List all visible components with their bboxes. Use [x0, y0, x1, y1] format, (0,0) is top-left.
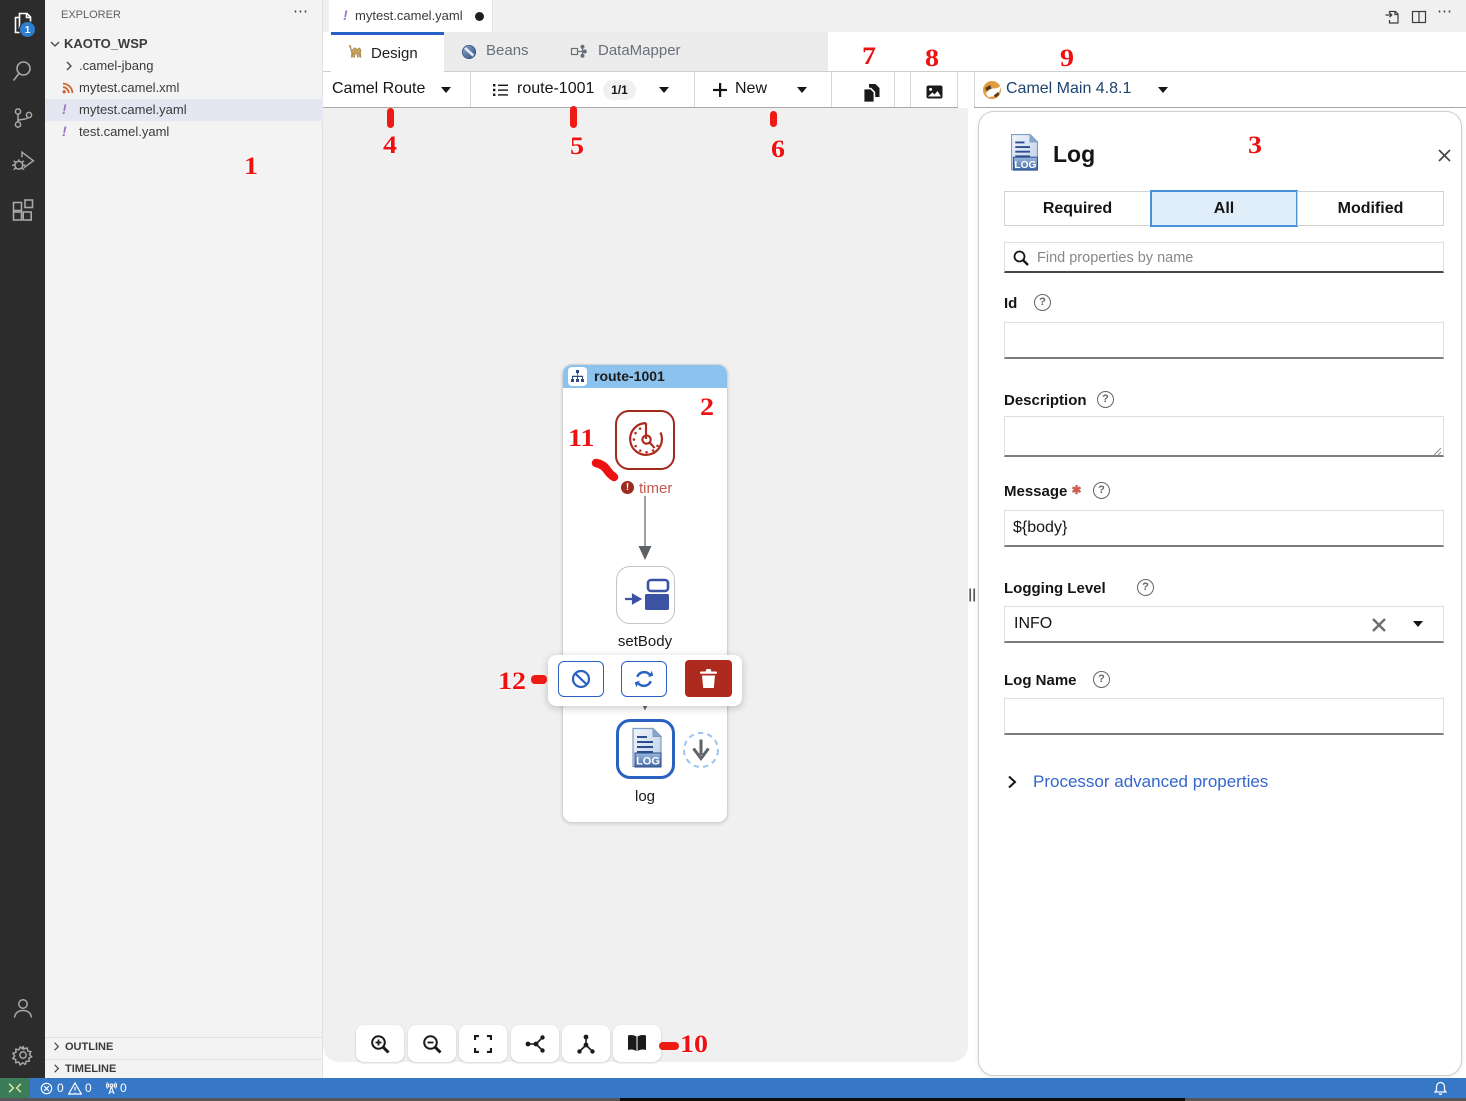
svg-text:LOG: LOG	[636, 756, 660, 768]
svg-text:LOG: LOG	[1014, 160, 1036, 171]
